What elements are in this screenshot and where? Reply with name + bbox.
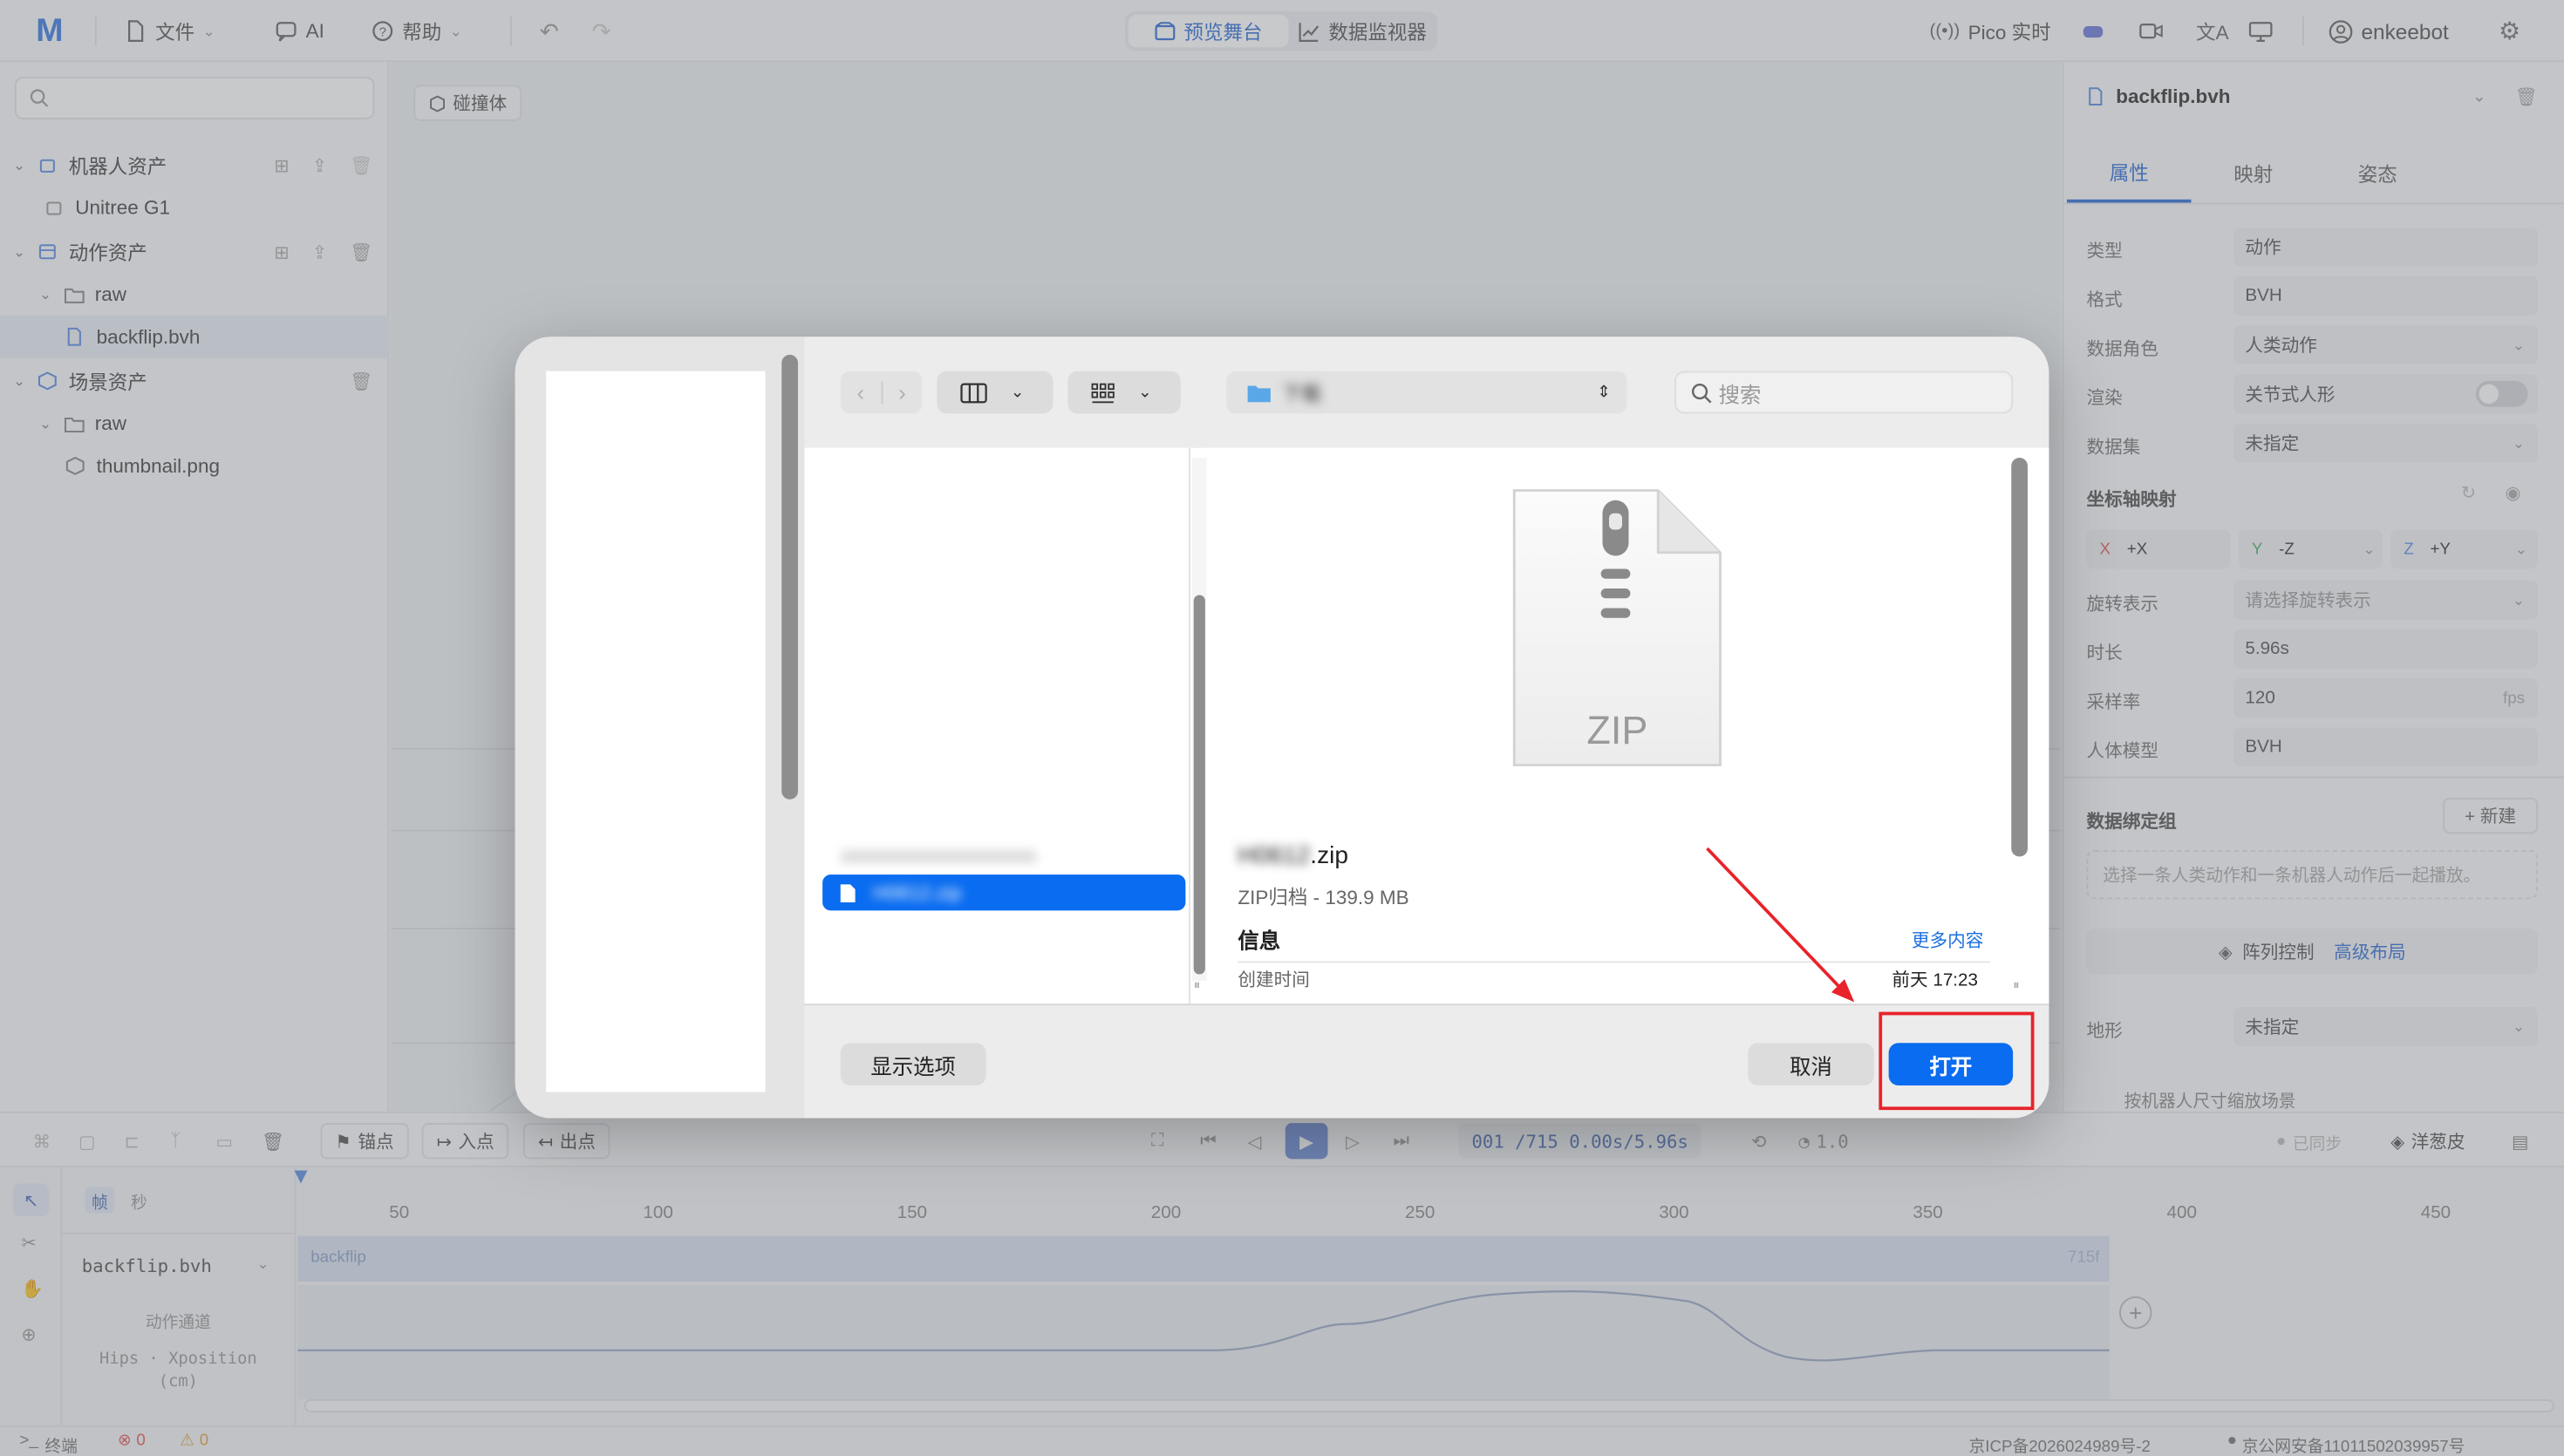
dialog-search-input[interactable]: 搜索 bbox=[1674, 371, 2014, 414]
location-name: 下载 bbox=[1282, 381, 1322, 405]
resize-handle-icon[interactable]: ⏸ bbox=[2013, 977, 2020, 994]
column-scrollbar[interactable] bbox=[1191, 458, 1207, 981]
updown-icon: ⇕ bbox=[1597, 383, 1611, 402]
dialog-sidebar bbox=[515, 337, 805, 1119]
sidebar-scrollbar[interactable] bbox=[781, 354, 798, 799]
cancel-button[interactable]: 取消 bbox=[1748, 1043, 1874, 1085]
view-mode-button[interactable]: ⌄ bbox=[937, 371, 1054, 414]
created-value: 前天 17:23 bbox=[1892, 970, 1978, 991]
annotation-arrow bbox=[1706, 847, 1855, 1003]
back-icon[interactable]: ‹ bbox=[841, 379, 881, 405]
forward-icon[interactable]: › bbox=[883, 379, 923, 405]
blurred-item bbox=[840, 850, 1037, 863]
selected-file-row[interactable]: H0612.zip bbox=[822, 874, 1186, 911]
info-title: 信息 bbox=[1238, 929, 1281, 954]
file-name-ext: .zip bbox=[1310, 841, 1349, 870]
preview-scrollbar[interactable] bbox=[2011, 458, 2028, 857]
dialog-footer: 显示选项 取消 打开 bbox=[804, 1004, 2049, 1119]
nav-buttons: ‹ › bbox=[840, 371, 923, 414]
file-column: H0612.zip bbox=[804, 447, 1190, 1004]
resize-handle-icon[interactable]: ⏸ bbox=[1194, 977, 1201, 994]
preview-column: ZIP H0612 .zip ZIP归档 - 139.9 MB 信息 更多内容 创… bbox=[1206, 447, 2049, 1004]
file-icon bbox=[840, 883, 856, 902]
chevron-down-icon: ⌄ bbox=[1138, 383, 1152, 402]
annotation-highlight bbox=[1879, 1011, 2035, 1111]
preview-kind: ZIP归档 - 139.9 MB bbox=[1238, 886, 1409, 909]
dialog-toolbar: ‹ › ⌄ ⌄ 下载 ⇕ 搜索 bbox=[804, 337, 2049, 445]
show-options-button[interactable]: 显示选项 bbox=[840, 1043, 986, 1085]
created-label: 创建时间 bbox=[1238, 970, 1310, 991]
location-popup[interactable]: 下载 ⇕ bbox=[1226, 371, 1627, 414]
file-name-part: H0612 bbox=[1238, 841, 1311, 870]
chevron-down-icon: ⌄ bbox=[1010, 383, 1025, 402]
more-link[interactable]: 更多内容 bbox=[1912, 927, 1984, 953]
grid-icon bbox=[1091, 382, 1115, 403]
preview-file-name: H0612 .zip bbox=[1238, 842, 1348, 870]
folder-icon bbox=[1247, 384, 1271, 402]
search-placeholder: 搜索 bbox=[1718, 381, 1762, 406]
zip-label: ZIP bbox=[1586, 709, 1648, 754]
search-icon bbox=[1691, 383, 1712, 403]
columns-view-icon bbox=[960, 382, 987, 403]
group-button[interactable]: ⌄ bbox=[1067, 371, 1181, 414]
selected-file-name: H0612.zip bbox=[873, 881, 962, 904]
sidebar-list[interactable] bbox=[546, 371, 766, 1092]
